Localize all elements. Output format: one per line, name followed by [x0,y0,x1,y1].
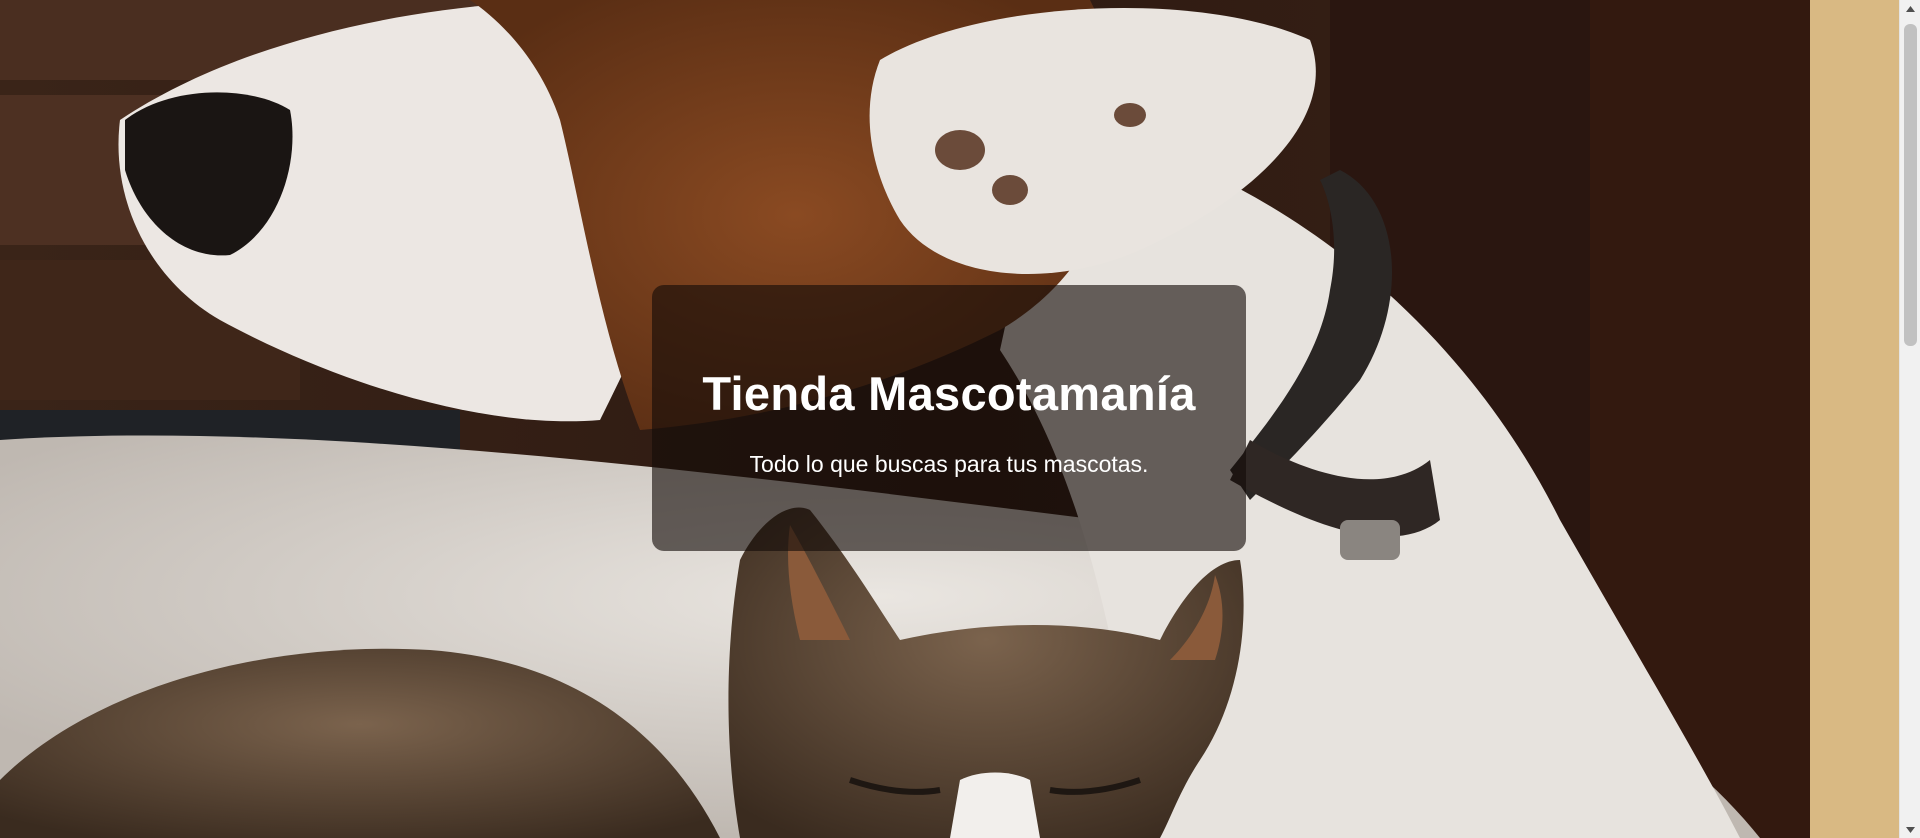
scroll-up-icon[interactable] [1900,0,1920,17]
page-viewport: Tienda Mascotamanía Todo lo que buscas p… [0,0,1899,838]
hero-card: Tienda Mascotamanía Todo lo que buscas p… [652,285,1246,551]
hero-tagline: Todo lo que buscas para tus mascotas. [749,451,1149,477]
scroll-down-icon[interactable] [1900,821,1920,838]
page-title: Tienda Mascotamanía [702,367,1196,420]
scroll-thumb[interactable] [1904,24,1917,346]
vertical-scrollbar[interactable] [1899,0,1920,838]
